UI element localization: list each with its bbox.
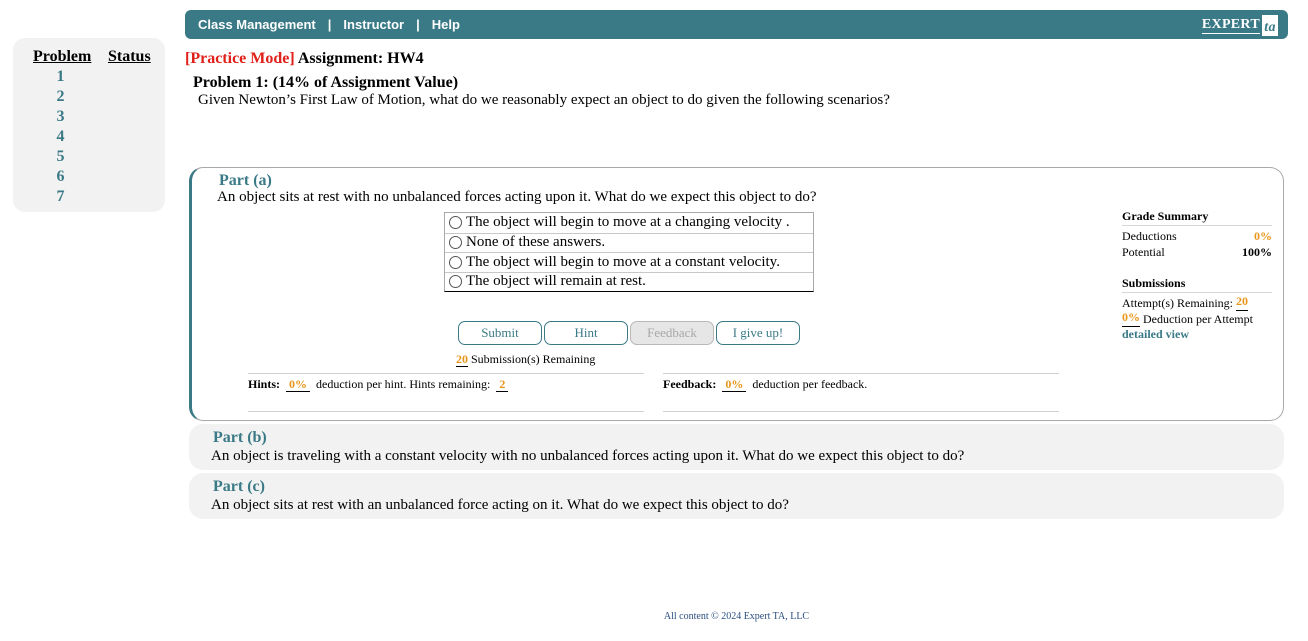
- part-b-question: An object is traveling with a constant v…: [211, 448, 965, 464]
- deductions-label: Deductions: [1122, 229, 1177, 243]
- attempts-value: 20: [1235, 295, 1248, 311]
- top-nav-bar: Class Management | Instructor | Help EXP…: [185, 10, 1288, 39]
- attempts-line: Attempt(s) Remaining: 20: [1122, 295, 1272, 311]
- potential-line: Potential 100%: [1122, 244, 1272, 260]
- part-a-card: Part (a) An object sits at rest with no …: [189, 167, 1284, 421]
- feedback-label: Feedback:: [663, 377, 717, 391]
- problem-prompt: Given Newton’s First Law of Motion, what…: [198, 92, 890, 108]
- radio-icon[interactable]: [449, 236, 462, 250]
- submissions-remaining: 20 Submission(s) Remaining: [456, 352, 595, 367]
- give-up-button[interactable]: I give up!: [716, 321, 800, 345]
- column-status: Status: [108, 48, 151, 65]
- submissions-remaining-count: 20: [456, 352, 468, 367]
- column-problem: Problem: [33, 48, 92, 65]
- submissions-heading: Submissions: [1122, 276, 1272, 293]
- problem-link-6[interactable]: 6: [13, 168, 165, 188]
- problem-link-4[interactable]: 4: [13, 128, 165, 148]
- grade-summary-heading: Grade Summary: [1122, 209, 1272, 226]
- potential-value: 100%: [1242, 245, 1272, 259]
- problem-link-2[interactable]: 2: [13, 88, 165, 108]
- part-b-card[interactable]: Part (b) An object is traveling with a c…: [189, 424, 1284, 470]
- nav-help[interactable]: Help: [432, 17, 460, 32]
- hints-label: Hints:: [248, 377, 281, 391]
- answer-choice-3[interactable]: The object will begin to move at a const…: [445, 252, 813, 272]
- answer-choice-2[interactable]: None of these answers.: [445, 232, 813, 253]
- problem-link-1[interactable]: 1: [13, 68, 165, 88]
- answer-choice-text: None of these answers.: [466, 234, 606, 251]
- radio-icon[interactable]: [449, 216, 462, 230]
- nav-instructor[interactable]: Instructor: [343, 17, 404, 32]
- answer-choice-text: The object will begin to move at a const…: [466, 253, 780, 270]
- part-c-label: Part (c): [213, 478, 265, 495]
- feedback-button: Feedback: [630, 321, 714, 345]
- deductions-line: Deductions 0%: [1122, 228, 1272, 244]
- brand-text: EXPERT: [1201, 16, 1260, 34]
- hint-deduction: 0%: [286, 378, 311, 392]
- radio-icon[interactable]: [449, 255, 462, 269]
- deductions-value: 0%: [1254, 229, 1272, 243]
- sidebar-header: Problem Status: [13, 48, 165, 66]
- part-c-question: An object sits at rest with an unbalance…: [211, 497, 789, 513]
- part-a-label: Part (a): [219, 172, 272, 189]
- answer-choice-text: The object will begin to move at a chang…: [466, 214, 790, 231]
- answer-choice-text: The object will remain at rest.: [466, 273, 646, 290]
- attempts-label: Attempt(s) Remaining:: [1122, 296, 1233, 310]
- radio-icon[interactable]: [449, 275, 462, 289]
- nav-separator: |: [416, 17, 420, 32]
- detailed-view-link[interactable]: detailed view: [1122, 327, 1272, 342]
- problem-list: 1 2 3 4 5 6 7: [13, 68, 165, 208]
- problem-link-3[interactable]: 3: [13, 108, 165, 128]
- brand-logo: EXPERT ta: [1201, 14, 1278, 36]
- answer-choice-4[interactable]: The object will remain at rest.: [445, 271, 813, 292]
- hint-button[interactable]: Hint: [544, 321, 628, 345]
- hints-text: deduction per hint. Hints remaining:: [316, 377, 491, 391]
- hints-remaining: 2: [496, 378, 509, 392]
- problem-link-7[interactable]: 7: [13, 188, 165, 208]
- potential-label: Potential: [1122, 245, 1165, 259]
- part-c-card[interactable]: Part (c) An object sits at rest with an …: [189, 473, 1284, 519]
- feedback-text: deduction per feedback.: [752, 377, 868, 391]
- practice-mode-label: [Practice Mode]: [185, 50, 295, 67]
- part-b-label: Part (b): [213, 429, 267, 446]
- answer-choice-1[interactable]: The object will begin to move at a chang…: [445, 213, 813, 233]
- feedback-deduction: 0%: [722, 378, 747, 392]
- brand-mark-icon: ta: [1262, 14, 1278, 36]
- submissions-remaining-text: Submission(s) Remaining: [471, 352, 596, 366]
- footer-copyright: All content © 2024 Expert TA, LLC: [663, 611, 810, 622]
- hints-info: Hints: 0% deduction per hint. Hints rema…: [248, 373, 644, 412]
- problem-link-5[interactable]: 5: [13, 148, 165, 168]
- problem-sidebar: Problem Status 1 2 3 4 5 6 7: [13, 38, 165, 212]
- deduction-per-attempt-line: 0% Deduction per Attempt: [1122, 311, 1272, 327]
- nav-class-management[interactable]: Class Management: [198, 17, 316, 32]
- deduction-per-attempt-text: Deduction per Attempt: [1143, 312, 1253, 326]
- assignment-name: Assignment: HW4: [297, 50, 424, 67]
- action-buttons: Submit Hint Feedback I give up!: [458, 321, 800, 345]
- deduction-per-attempt-value: 0%: [1122, 311, 1140, 327]
- assignment-title: [Practice Mode] Assignment: HW4: [185, 50, 424, 68]
- submit-button[interactable]: Submit: [458, 321, 542, 345]
- part-a-question: An object sits at rest with no unbalance…: [217, 189, 817, 205]
- problem-title: Problem 1: (14% of Assignment Value): [193, 74, 459, 91]
- nav-separator: |: [327, 17, 332, 32]
- feedback-info: Feedback: 0% deduction per feedback.: [663, 373, 1059, 412]
- answer-choices: The object will begin to move at a chang…: [444, 212, 814, 292]
- grade-summary: Grade Summary Deductions 0% Potential 10…: [1122, 209, 1272, 342]
